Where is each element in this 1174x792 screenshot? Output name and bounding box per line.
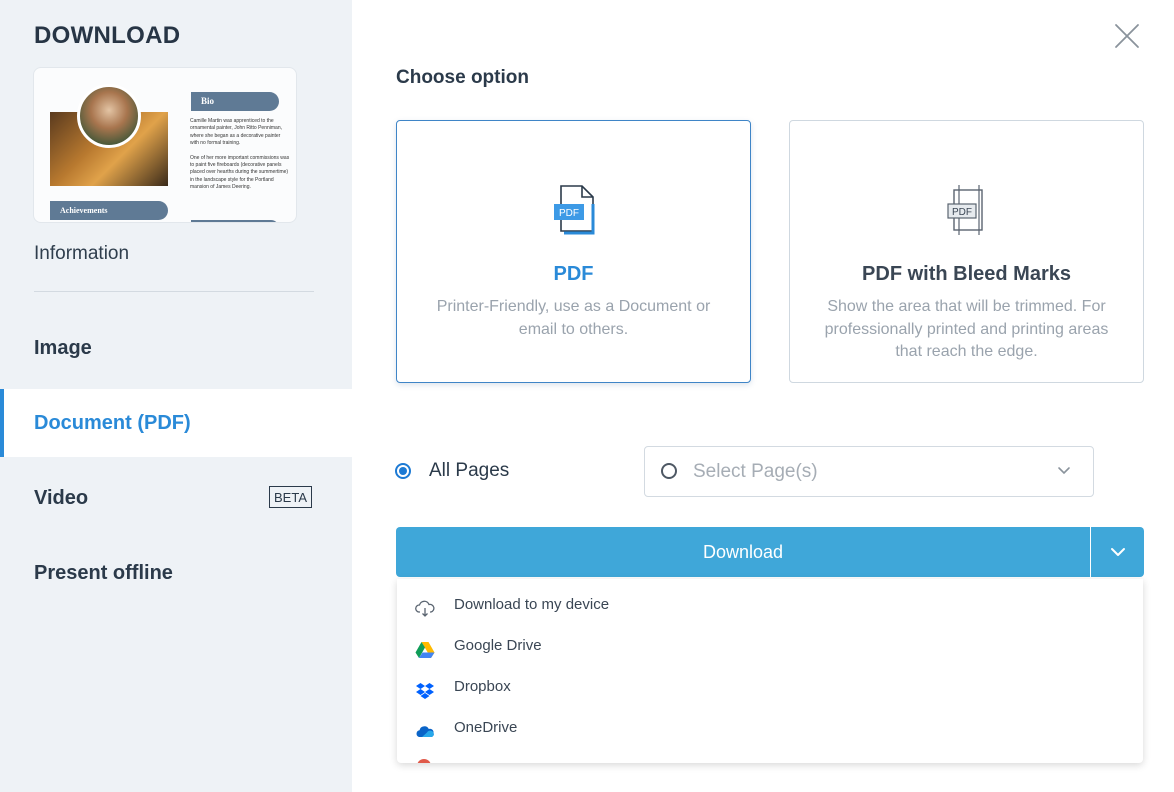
menu-item-label: OneDrive: [454, 719, 518, 736]
menu-item-dropbox[interactable]: Dropbox: [397, 670, 1143, 711]
menu-item-label: Google Drive: [454, 637, 542, 654]
download-button[interactable]: Download: [396, 527, 1090, 577]
presentation-thumbnail: Bio Camille Martin was apprenticed to th…: [33, 67, 297, 223]
sidebar-divider: [34, 291, 314, 292]
sidebar-item-label: Video: [34, 486, 89, 509]
choose-option-heading: Choose option: [396, 67, 529, 88]
menu-item-download-device[interactable]: Download to my device: [397, 588, 1143, 629]
all-pages-label[interactable]: All Pages: [429, 460, 509, 482]
thumbnail-decoration: [191, 220, 279, 222]
sidebar-item-present-offline[interactable]: Present offline: [0, 539, 352, 607]
svg-text:PDF: PDF: [952, 207, 972, 218]
sidebar-item-document-pdf[interactable]: Document (PDF): [0, 389, 352, 457]
option-description: Show the area that will be trimmed. For …: [824, 298, 1109, 360]
close-button[interactable]: [1113, 22, 1141, 50]
chevron-down-icon: [1111, 548, 1125, 556]
svg-text:PDF: PDF: [559, 208, 579, 219]
select-pages-radio[interactable]: [661, 463, 677, 479]
close-icon: [1115, 24, 1139, 48]
sidebar-item-image[interactable]: Image: [0, 314, 352, 382]
information-link[interactable]: Information: [34, 243, 129, 265]
pdf-bleed-marks-option-card[interactable]: PDF PDF with Bleed Marks Show the area t…: [789, 120, 1144, 383]
next-menu-item-icon: [417, 759, 431, 763]
cloud-download-icon: [415, 600, 435, 617]
panel-title: DOWNLOAD: [34, 22, 181, 49]
menu-item-onedrive[interactable]: OneDrive: [397, 711, 1143, 752]
sidebar-item-label: Document (PDF): [34, 411, 191, 434]
download-options-toggle[interactable]: [1091, 527, 1144, 577]
onedrive-icon: [416, 726, 434, 737]
sidebar: DOWNLOAD Bio Camille Martin was apprenti…: [0, 0, 352, 792]
sidebar-item-video[interactable]: Video BETA: [0, 464, 352, 532]
thumbnail-achievements-heading: Achievements: [50, 201, 168, 220]
beta-badge: BETA: [269, 486, 312, 508]
menu-item-label: Download to my device: [454, 596, 610, 613]
thumbnail-bio-heading: Bio: [191, 92, 279, 111]
google-drive-icon: [415, 642, 435, 658]
sidebar-item-label: Present offline: [34, 561, 173, 584]
menu-item-label: Dropbox: [454, 678, 511, 695]
chevron-down-icon: [1058, 467, 1070, 475]
menu-item-google-drive[interactable]: Google Drive: [397, 629, 1143, 670]
pdf-bleed-marks-icon: PDF: [946, 185, 983, 235]
option-title: PDF: [553, 263, 594, 285]
download-button-label: Download: [702, 541, 784, 562]
select-pages-placeholder: Select Page(s): [693, 461, 818, 482]
all-pages-radio[interactable]: [395, 463, 411, 479]
pdf-file-icon: PDF: [553, 185, 594, 235]
thumbnail-bio-paragraph: One of her more important commissions wa…: [190, 154, 290, 191]
thumbnail-bio-paragraph: Camille Martin was apprenticed to the or…: [190, 118, 282, 147]
select-pages-dropdown[interactable]: Select Page(s): [644, 446, 1094, 497]
sidebar-item-label: Image: [34, 336, 92, 359]
download-destination-menu: Download to my device Google Drive Dropb…: [397, 579, 1143, 763]
thumbnail-portrait: [77, 84, 141, 148]
thumbnail-bio-text: Camille Martin was apprenticed to the or…: [190, 118, 290, 199]
option-description: Printer-Friendly, use as a Document or e…: [436, 298, 711, 338]
option-title: PDF with Bleed Marks: [862, 263, 1071, 285]
pdf-option-card[interactable]: PDF PDF Printer-Friendly, use as a Docum…: [396, 120, 751, 383]
dropbox-icon: [416, 683, 434, 699]
